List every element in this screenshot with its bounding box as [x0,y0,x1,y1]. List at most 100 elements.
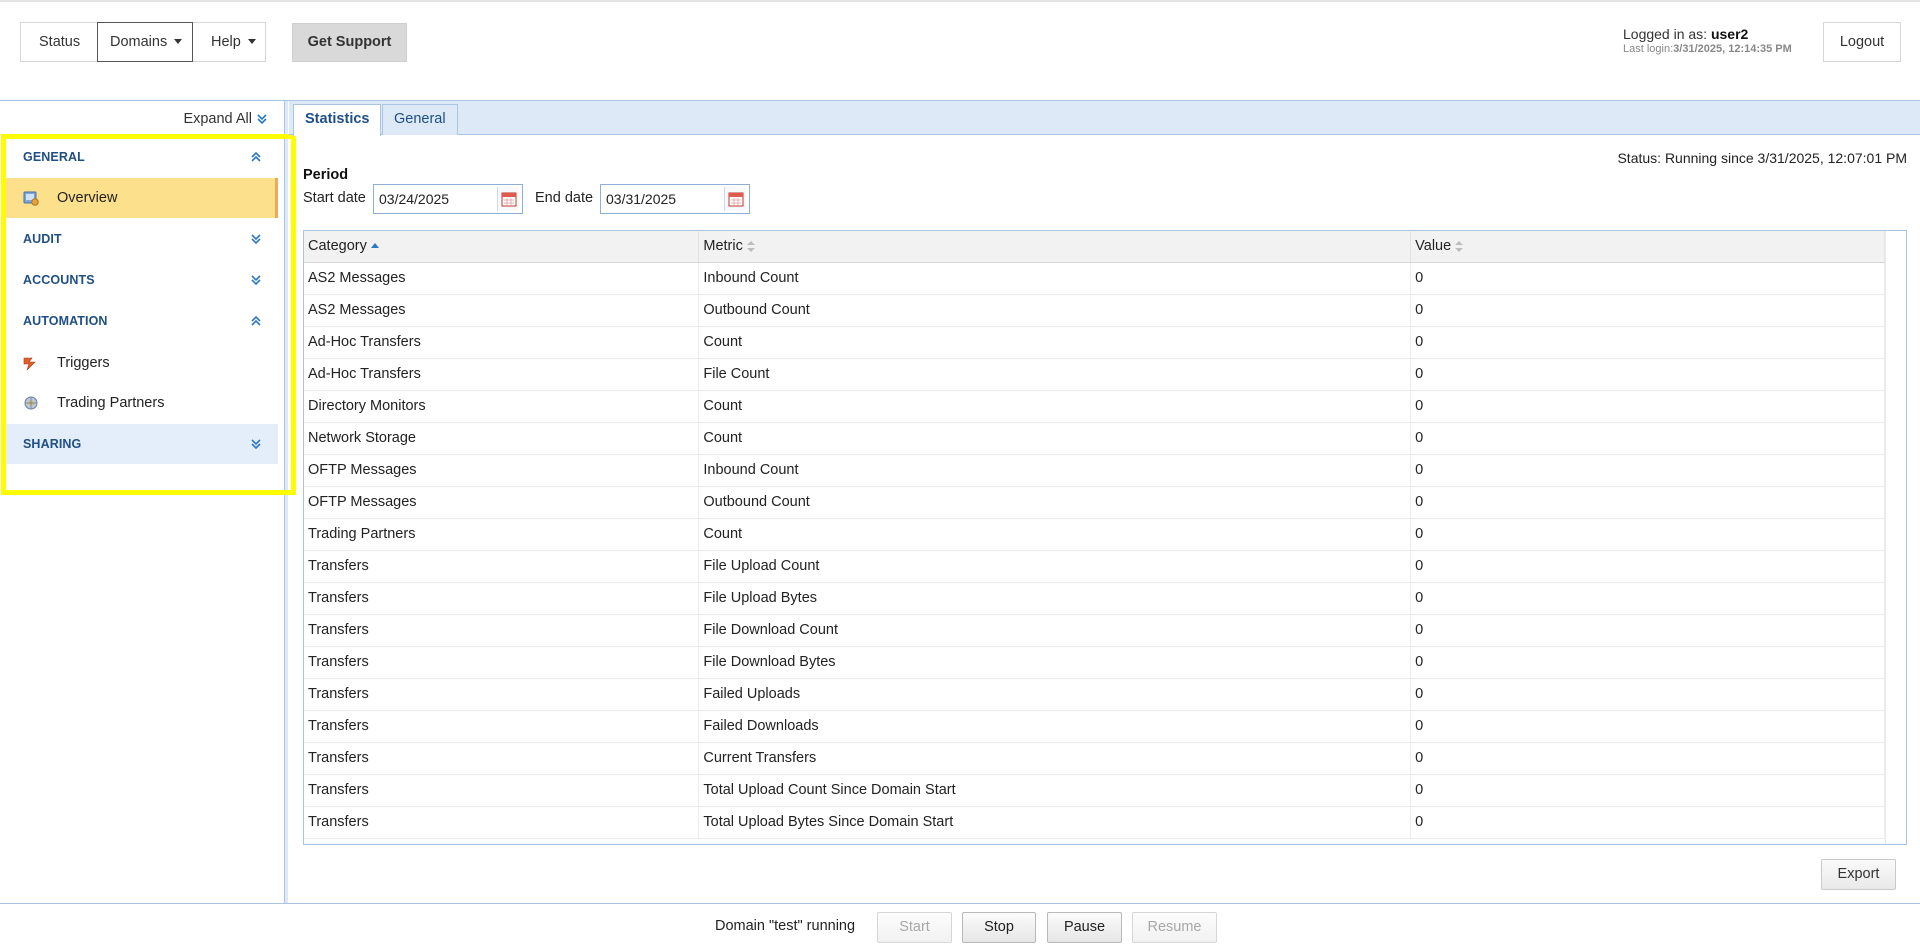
cell-metric: Total Upload Count Since Domain Start [698,774,1412,807]
double-chevron-down-icon [251,439,261,450]
cell-category: Transfers [304,806,700,839]
cell-category: AS2 Messages [304,294,700,327]
cell-value: 0 [1410,806,1885,839]
column-header-category[interactable]: Category [304,231,700,263]
nav-help-label: Help [211,34,241,50]
table-row[interactable]: Transfers File Upload Bytes 0 [304,582,1885,615]
end-date-calendar-button[interactable] [724,187,746,211]
cell-metric: Inbound Count [698,454,1412,487]
calendar-icon [728,192,744,207]
app-header: Status Domains Help Get Support Logged i… [0,2,1920,100]
main-nav: Status Domains Help [20,22,266,62]
section-accounts-label: ACCOUNTS [23,273,95,287]
period-label: Period [303,167,349,183]
get-support-button[interactable]: Get Support [292,23,407,62]
table-row[interactable]: Transfers File Upload Count 0 [304,550,1885,583]
cell-metric: Count [698,326,1412,359]
nav-domains-dropdown[interactable]: Domains [97,22,193,62]
double-chevron-up-icon [251,151,261,162]
cell-value: 0 [1410,582,1885,615]
table-row[interactable]: Transfers Current Transfers 0 [304,742,1885,775]
column-header-value[interactable]: Value [1410,231,1885,263]
cell-metric: Outbound Count [698,486,1412,519]
sidebar-section-accounts[interactable]: ACCOUNTS [6,260,278,300]
table-row[interactable]: Transfers Failed Uploads 0 [304,678,1885,711]
cell-value: 0 [1410,294,1885,327]
trading-partners-icon [24,396,38,410]
last-login-value: 3/31/2025, 12:14:35 PM [1673,43,1792,55]
cell-category: Ad-Hoc Transfers [304,358,700,391]
section-automation-label: AUTOMATION [23,314,108,328]
nav-status-button[interactable]: Status [21,23,97,61]
sidebar-item-trading-partners[interactable]: Trading Partners [6,383,278,423]
table-row[interactable]: Ad-Hoc Transfers File Count 0 [304,358,1885,391]
table-row[interactable]: OFTP Messages Outbound Count 0 [304,486,1885,519]
cell-category: Transfers [304,550,700,583]
table-row[interactable]: AS2 Messages Inbound Count 0 [304,262,1885,295]
cell-category: Transfers [304,774,700,807]
cell-metric: Count [698,422,1412,455]
cell-value: 0 [1410,454,1885,487]
cell-metric: File Count [698,358,1412,391]
table-row[interactable]: Transfers Total Upload Bytes Since Domain… [304,806,1885,839]
cell-value: 0 [1410,358,1885,391]
cell-metric: Failed Uploads [698,678,1412,711]
cell-metric: Count [698,390,1412,423]
domain-running-status: Domain "test" running [715,918,856,934]
expand-all-button[interactable]: Expand All [183,111,268,127]
cell-value: 0 [1410,646,1885,679]
cell-value: 0 [1410,774,1885,807]
cell-value: 0 [1410,486,1885,519]
cell-category: Transfers [304,742,700,775]
stop-button[interactable]: Stop [962,912,1036,943]
sidebar-section-general[interactable]: GENERAL [6,137,278,177]
cell-metric: File Upload Bytes [698,582,1412,615]
table-row[interactable]: Directory Monitors Count 0 [304,390,1885,423]
cell-value: 0 [1410,326,1885,359]
column-header-metric[interactable]: Metric [698,231,1412,263]
table-row[interactable]: Transfers Failed Downloads 0 [304,710,1885,743]
domain-status-text: Status: Running since 3/31/2025, 12:07:0… [1617,150,1907,166]
end-date-label: End date [535,190,594,206]
cell-category: Directory Monitors [304,390,700,423]
table-row[interactable]: Transfers File Download Count 0 [304,614,1885,647]
pause-button[interactable]: Pause [1047,912,1122,943]
column-header-value-label: Value [1415,238,1452,255]
table-row[interactable]: Transfers File Download Bytes 0 [304,646,1885,679]
logout-button[interactable]: Logout [1823,22,1901,62]
resume-button[interactable]: Resume [1132,912,1217,943]
tab-bar: Statistics General [289,101,1920,136]
statistics-table: Category Metric Value AS2 Messages Inboun… [303,230,1907,845]
table-row[interactable]: AS2 Messages Outbound Count 0 [304,294,1885,327]
export-button[interactable]: Export [1821,859,1896,890]
table-row[interactable]: OFTP Messages Inbound Count 0 [304,454,1885,487]
table-scrollbar[interactable] [1885,231,1906,844]
table-row[interactable]: Ad-Hoc Transfers Count 0 [304,326,1885,359]
section-sharing-label: SHARING [23,437,82,451]
cell-category: OFTP Messages [304,486,700,519]
logged-in-prefix: Logged in as: [1623,26,1708,42]
sidebar-splitter[interactable] [284,101,288,903]
cell-category: Transfers [304,614,700,647]
cell-metric: Total Upload Bytes Since Domain Start [698,806,1412,839]
table-row[interactable]: Transfers Total Upload Count Since Domain… [304,774,1885,807]
login-info: Logged in as: user2 Last login:3/31/2025… [1623,26,1823,55]
table-row[interactable]: Network Storage Count 0 [304,422,1885,455]
tab-statistics[interactable]: Statistics [293,104,382,136]
sidebar-item-triggers[interactable]: Triggers [6,343,278,383]
sort-unsorted-icon [746,240,755,252]
cell-category: Network Storage [304,422,700,455]
nav-help-dropdown[interactable]: Help [193,23,265,61]
cell-metric: Failed Downloads [698,710,1412,743]
sidebar-section-sharing[interactable]: SHARING [6,424,278,464]
sort-unsorted-icon [1455,240,1464,252]
tab-general[interactable]: General [382,104,458,135]
table-row[interactable]: Trading Partners Count 0 [304,518,1885,551]
start-button[interactable]: Start [877,912,952,943]
sidebar-item-overview[interactable]: Overview [6,178,278,218]
cell-metric: Outbound Count [698,294,1412,327]
nav-domains-label: Domains [110,34,168,50]
sidebar-section-audit[interactable]: AUDIT [6,219,278,259]
start-date-calendar-button[interactable] [497,187,519,211]
sidebar-section-automation[interactable]: AUTOMATION [6,301,278,341]
